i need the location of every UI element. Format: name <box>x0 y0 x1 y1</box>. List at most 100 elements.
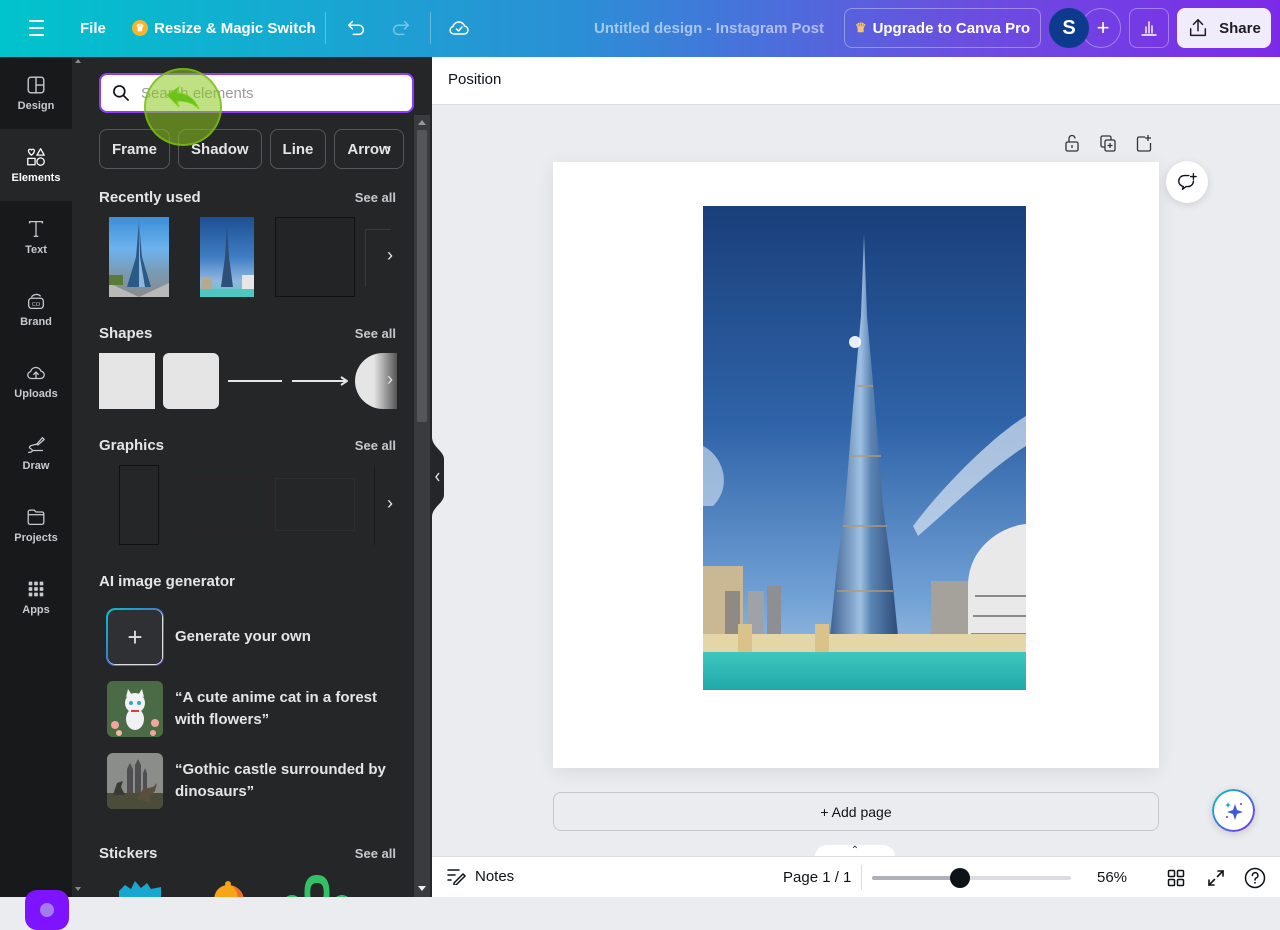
notes-button[interactable]: Notes <box>447 867 514 885</box>
crown-icon: ♛ <box>854 20 867 35</box>
see-all-graphics[interactable]: See all <box>355 438 396 453</box>
undo-icon <box>347 20 364 36</box>
shapes-next-button[interactable]: › <box>387 369 403 390</box>
rail-item-draw[interactable]: Draw <box>0 417 72 489</box>
grid-view-button[interactable] <box>1164 866 1188 890</box>
main-menu-button[interactable] <box>20 14 52 42</box>
recent-frame-element[interactable] <box>275 217 355 297</box>
search-field[interactable] <box>99 73 414 113</box>
redo-icon <box>393 20 410 36</box>
arrow-line-icon <box>292 376 349 386</box>
generate-your-own-label[interactable]: Generate your own <box>175 626 311 648</box>
insights-button[interactable] <box>1129 8 1169 48</box>
graphics-next-button[interactable]: › <box>387 493 403 514</box>
rail-item-design[interactable]: Design <box>0 57 72 129</box>
chevron-right-icon: › <box>387 245 393 265</box>
design-title[interactable]: Untitled design - Instagram Post <box>580 14 838 42</box>
ai-prompt-cat[interactable]: “A cute anime cat in a forest with flowe… <box>175 687 405 731</box>
rail-label: Brand <box>20 316 52 328</box>
scrollbar-down-arrow-icon[interactable] <box>418 886 426 891</box>
recent-image-tower-2[interactable] <box>200 217 254 297</box>
magic-assistant-button[interactable] <box>25 890 69 930</box>
bottom-bar: Notes Page 1 / 1 56% <box>432 856 1280 897</box>
rail-label: Elements <box>11 172 61 184</box>
shape-arrow-line[interactable] <box>292 373 349 389</box>
rail-item-brand[interactable]: CO Brand <box>0 273 72 345</box>
chip-frame[interactable]: Frame <box>99 129 171 169</box>
lock-open-icon[interactable] <box>1062 132 1082 154</box>
add-page-icon[interactable] <box>1134 132 1154 154</box>
elements-panel: Frame Shadow Line Arrow › Recently used … <box>72 57 432 897</box>
burj-khalifa-image <box>703 206 1026 690</box>
duplicate-page-icon[interactable] <box>1098 132 1118 154</box>
avatar[interactable]: S <box>1049 8 1089 48</box>
upgrade-button[interactable]: ♛ Upgrade to Canva Pro <box>844 8 1041 48</box>
shapes-icon <box>27 148 45 166</box>
rail-label: Apps <box>22 604 50 616</box>
panel-scroll-up-icon[interactable] <box>75 59 81 63</box>
graphic-frame-tall[interactable] <box>119 465 159 545</box>
rail-item-apps[interactable]: Apps <box>0 561 72 633</box>
page-indicator[interactable]: Page 1 / 1 <box>783 869 851 886</box>
sticker-orange-bell[interactable] <box>210 881 250 897</box>
magic-dot-icon <box>40 903 54 917</box>
rail-label: Design <box>17 100 55 112</box>
rail-item-projects[interactable]: Projects <box>0 489 72 561</box>
share-button[interactable]: Share <box>1177 8 1271 48</box>
tower-image-icon <box>109 221 169 297</box>
anime-cat-image-icon <box>107 681 163 737</box>
panel-scrollbar-thumb[interactable] <box>417 130 427 422</box>
collapse-panel-button[interactable] <box>432 437 444 517</box>
canvas-image-burj-khalifa[interactable] <box>703 206 1026 690</box>
rail-item-text[interactable]: Text <box>0 201 72 273</box>
see-all-stickers[interactable]: See all <box>355 846 396 861</box>
chevron-right-icon: › <box>387 369 393 389</box>
text-icon <box>28 221 44 237</box>
resize-magic-switch-button[interactable]: ♛ Resize & Magic Switch <box>126 14 322 42</box>
redo-button[interactable] <box>385 12 417 44</box>
graphic-frame-wide[interactable] <box>187 478 267 531</box>
chip-shadow[interactable]: Shadow <box>178 129 262 169</box>
scrollbar-up-arrow-icon[interactable] <box>418 120 426 125</box>
see-all-recently-used[interactable]: See all <box>355 190 396 205</box>
recent-next-button[interactable]: › <box>387 245 403 266</box>
sticker-blue-badge[interactable] <box>117 881 163 897</box>
recent-image-tower-1[interactable] <box>109 217 169 297</box>
save-status-button[interactable] <box>443 12 475 44</box>
graphic-frame-wide-2[interactable] <box>275 478 355 531</box>
zoom-slider-handle[interactable] <box>949 868 970 888</box>
ai-prompt-castle[interactable]: “Gothic castle surrounded by dinosaurs” <box>175 759 405 803</box>
see-all-shapes[interactable]: See all <box>355 326 396 341</box>
resize-label: Resize & Magic Switch <box>154 19 316 37</box>
ai-prompt-thumb-cat[interactable] <box>107 681 163 737</box>
fullscreen-button[interactable] <box>1204 866 1228 890</box>
bell-sticker-icon <box>214 881 244 897</box>
fullscreen-icon <box>1208 870 1224 886</box>
add-page-button[interactable]: + Add page <box>553 792 1159 831</box>
add-comment-button[interactable] <box>1166 161 1208 203</box>
rail-item-elements[interactable]: Elements <box>0 129 72 201</box>
draw-icon <box>28 437 45 453</box>
help-button[interactable] <box>1243 866 1267 890</box>
ai-prompt-thumb-castle[interactable] <box>107 753 163 809</box>
undo-button[interactable] <box>340 12 372 44</box>
panel-scroll-down-icon[interactable] <box>75 887 81 891</box>
hamburger-icon-line <box>28 27 44 29</box>
sticker-green-clover[interactable] <box>277 871 357 897</box>
zoom-slider[interactable] <box>872 868 1071 888</box>
generate-your-own-button[interactable]: + <box>107 609 163 665</box>
search-input[interactable] <box>141 84 381 102</box>
plus-icon: + <box>127 621 143 652</box>
magic-ai-button[interactable] <box>1212 789 1255 832</box>
chips-next-button[interactable]: › <box>385 129 407 169</box>
shape-square[interactable] <box>99 353 155 409</box>
rail-item-uploads[interactable]: Uploads <box>0 345 72 417</box>
chip-line[interactable]: Line <box>269 129 327 169</box>
file-menu-button[interactable]: File <box>72 14 114 42</box>
zoom-percentage[interactable]: 56% <box>1097 869 1127 886</box>
crown-icon: ♛ <box>132 20 148 36</box>
position-button[interactable]: Position <box>448 71 501 88</box>
shape-line[interactable] <box>228 380 282 382</box>
shape-rounded-square[interactable] <box>163 353 219 409</box>
upgrade-label: Upgrade to Canva Pro <box>872 19 1031 37</box>
